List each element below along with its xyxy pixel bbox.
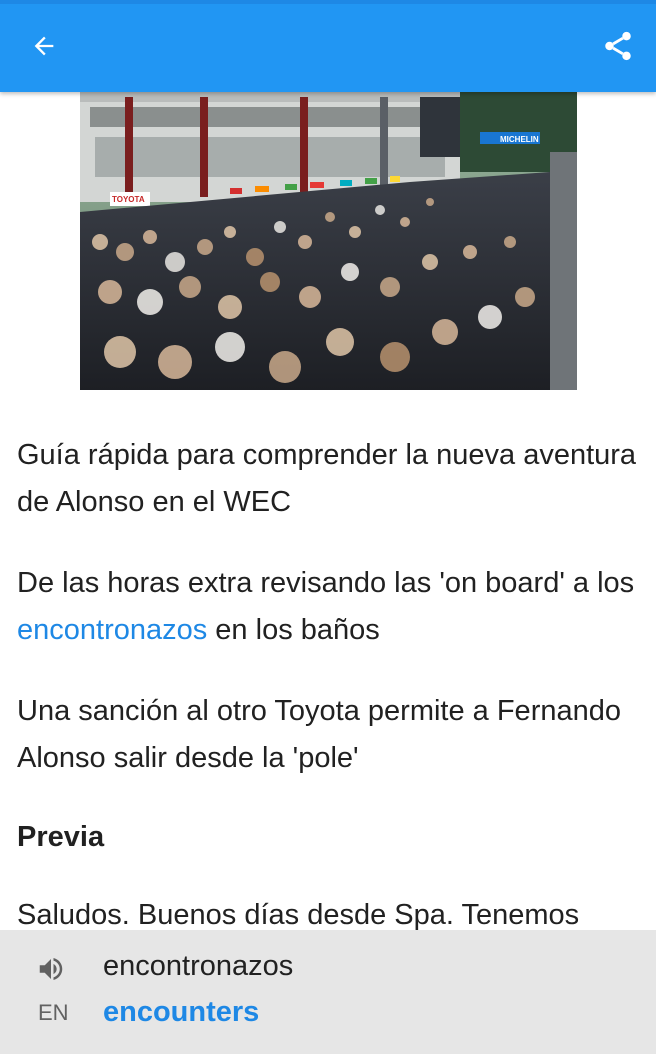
speaker-icon[interactable] — [34, 954, 68, 984]
toyota-sign: TOYOTA — [112, 195, 145, 204]
related-article-3[interactable]: Una sanción al otro Toyota permite a Fer… — [17, 688, 642, 782]
translation-panel: encontronazos EN encounters — [0, 930, 656, 1054]
app-bar — [0, 0, 656, 92]
translated-word[interactable]: encounters — [103, 996, 259, 1029]
arrow-back-icon[interactable] — [22, 24, 66, 68]
article-content: MICHELIN TOYOTA Guía rápida para compren… — [0, 92, 656, 930]
highlighted-word-link[interactable]: encontronazos — [17, 614, 207, 646]
hero-image: MICHELIN TOYOTA — [80, 92, 577, 390]
related-article-1[interactable]: Guía rápida para comprender la nueva ave… — [17, 432, 642, 526]
share-icon[interactable] — [596, 24, 640, 68]
related-article-2-text-end: en los baños — [207, 614, 380, 646]
related-article-2-text: De las horas extra revisando las 'on boa… — [17, 567, 635, 599]
status-strip — [0, 0, 656, 4]
michelin-sign: MICHELIN — [500, 135, 539, 144]
section-heading: Previa — [17, 821, 105, 853]
related-article-2[interactable]: De las horas extra revisando las 'on boa… — [17, 560, 642, 654]
target-language-code: EN — [38, 1000, 69, 1025]
article-intro-text: Saludos. Buenos días desde Spa. Tenemos — [17, 899, 580, 930]
source-word: encontronazos — [103, 950, 294, 982]
